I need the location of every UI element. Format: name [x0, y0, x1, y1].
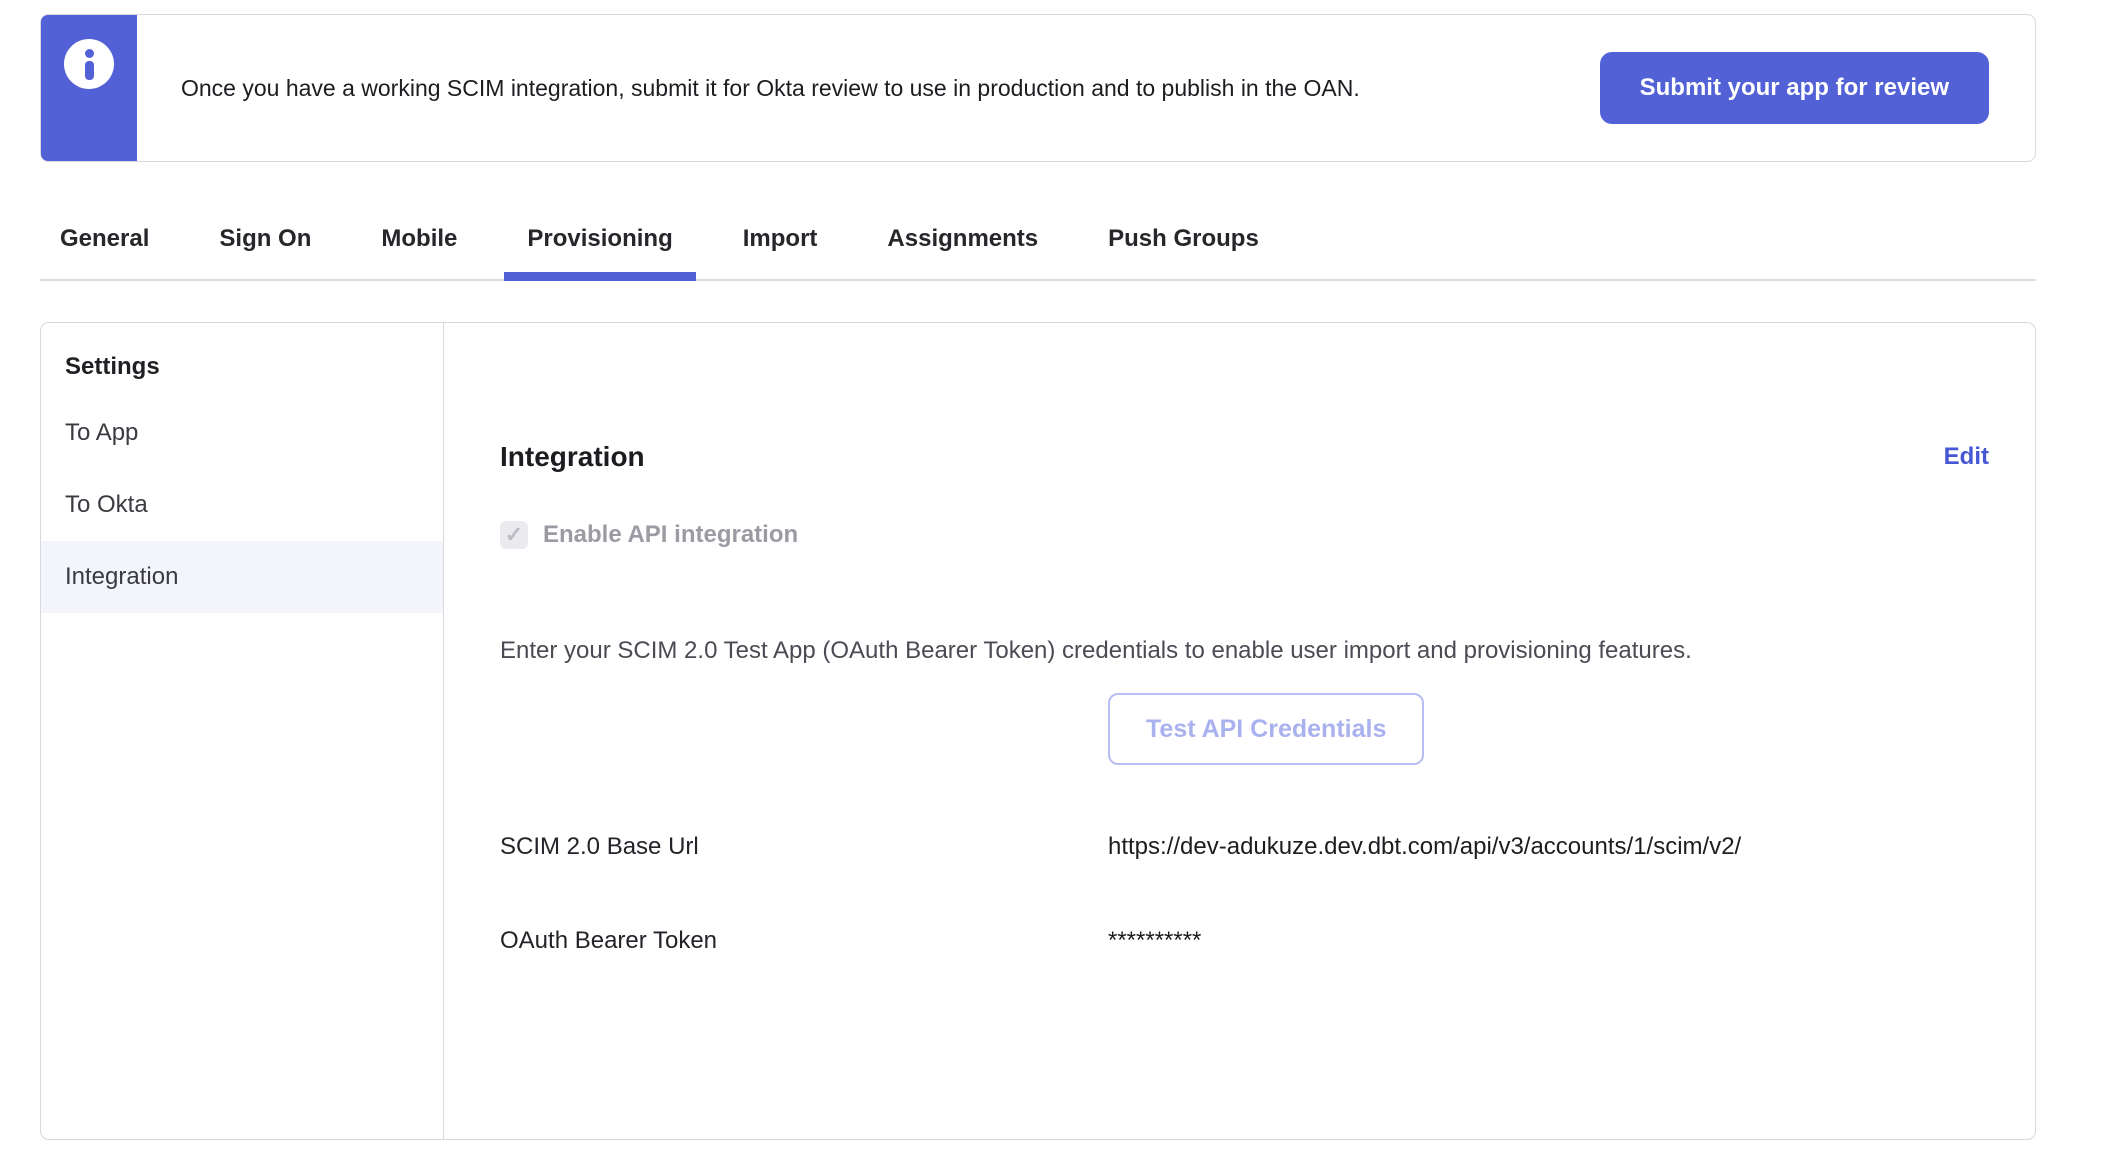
tab-sign-on[interactable]: Sign On — [184, 198, 346, 279]
app-tabs: General Sign On Mobile Provisioning Impo… — [40, 198, 2036, 281]
page-title: Integration — [500, 441, 645, 473]
test-api-credentials-button[interactable]: Test API Credentials — [1108, 693, 1424, 765]
sidebar-item-to-okta[interactable]: To Okta — [41, 469, 443, 541]
tab-mobile[interactable]: Mobile — [346, 198, 492, 279]
integration-header: Integration Edit — [500, 441, 1989, 473]
settings-sidebar: Settings To App To Okta Integration — [41, 323, 444, 1139]
info-banner: Once you have a working SCIM integration… — [40, 14, 2036, 162]
sidebar-item-integration[interactable]: Integration — [41, 541, 443, 613]
tab-general[interactable]: General — [40, 198, 184, 279]
scim-base-url-value: https://dev-adukuze.dev.dbt.com/api/v3/a… — [1108, 833, 1741, 861]
oauth-bearer-token-label: OAuth Bearer Token — [500, 927, 1108, 955]
oauth-bearer-token-row: OAuth Bearer Token ********** — [500, 927, 1989, 955]
test-credentials-row: Test API Credentials — [500, 693, 1989, 765]
scim-base-url-label: SCIM 2.0 Base Url — [500, 833, 1108, 861]
tab-assignments[interactable]: Assignments — [852, 198, 1073, 279]
submit-app-for-review-button[interactable]: Submit your app for review — [1600, 52, 1989, 124]
enable-api-integration-row: ✓ Enable API integration — [500, 521, 1989, 549]
tab-import[interactable]: Import — [708, 198, 853, 279]
enable-api-integration-label: Enable API integration — [543, 521, 798, 549]
provisioning-panel: Settings To App To Okta Integration Inte… — [40, 322, 2036, 1140]
enable-api-integration-checkbox[interactable]: ✓ — [500, 521, 528, 549]
sidebar-header-settings: Settings — [41, 337, 443, 397]
sidebar-item-to-app[interactable]: To App — [41, 397, 443, 469]
info-banner-accent — [41, 15, 137, 161]
credentials-description: Enter your SCIM 2.0 Test App (OAuth Bear… — [500, 637, 1989, 665]
integration-content: Integration Edit ✓ Enable API integratio… — [444, 323, 2035, 1139]
edit-link[interactable]: Edit — [1944, 443, 1989, 471]
info-icon — [64, 39, 114, 89]
oauth-bearer-token-value: ********** — [1108, 927, 1201, 955]
tab-provisioning[interactable]: Provisioning — [492, 198, 707, 279]
info-banner-body: Once you have a working SCIM integration… — [137, 15, 2035, 161]
tab-push-groups[interactable]: Push Groups — [1073, 198, 1294, 279]
scim-base-url-row: SCIM 2.0 Base Url https://dev-adukuze.de… — [500, 833, 1989, 861]
info-banner-message: Once you have a working SCIM integration… — [181, 65, 1360, 111]
